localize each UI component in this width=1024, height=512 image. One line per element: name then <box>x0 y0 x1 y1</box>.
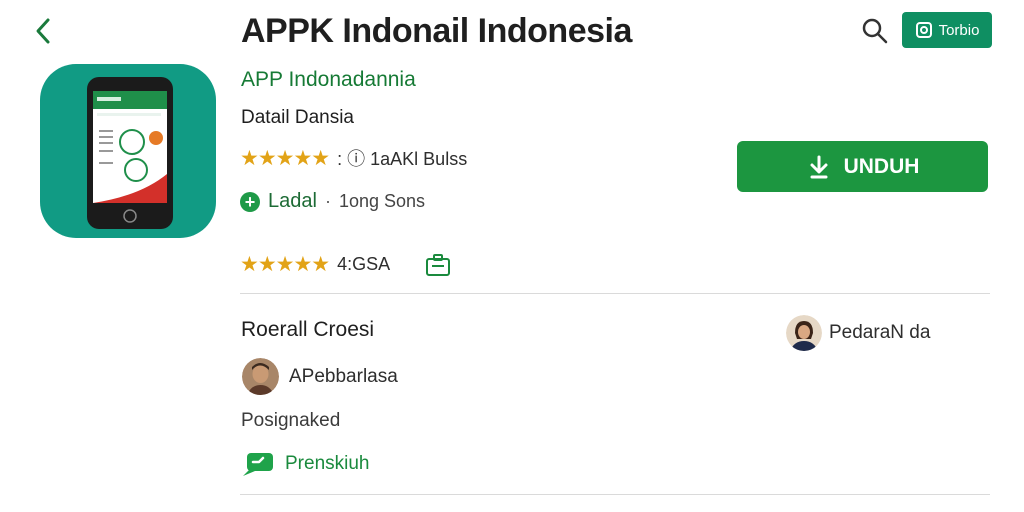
install-label: UNDUH <box>843 154 920 178</box>
rating-row-secondary: ★★★★★ 4:GSA <box>240 252 452 277</box>
page-title: APPK Indonail Indonesia <box>241 12 632 50</box>
info-separator: · <box>324 191 331 211</box>
rating-meta: : ⓘ 1aAKl Bulss <box>337 149 468 169</box>
chat-bubble-icon <box>243 453 273 476</box>
plus-icon: + <box>240 191 260 212</box>
download-icon <box>810 155 828 178</box>
install-button[interactable]: UNDUH <box>737 141 988 192</box>
top-action-button[interactable]: Torbio <box>902 12 992 48</box>
reply-label: Prenskiuh <box>285 453 370 474</box>
avatar[interactable] <box>786 315 822 351</box>
info-row: + Ladal · 1ong Sons <box>240 190 425 213</box>
developer-link[interactable]: APP Indonadannia <box>241 68 416 92</box>
rating-value: 4:GSA <box>337 254 391 274</box>
briefcase-icon[interactable] <box>424 253 452 277</box>
top-action-label: Torbio <box>938 21 980 39</box>
open-icon <box>915 22 932 38</box>
divider <box>240 293 990 294</box>
reply-button[interactable]: Prenskiuh <box>241 450 370 478</box>
rating-summary: ★★★★★ : ⓘ 1aAKl Bulss <box>240 145 467 171</box>
review-text: Posignaked <box>241 410 341 431</box>
reviewer-name: PedaraN da <box>829 322 931 343</box>
reviewer-name: APebbarlasa <box>289 366 398 387</box>
app-subtitle: Datail Dansia <box>241 107 354 128</box>
back-button[interactable] <box>30 14 58 48</box>
reviews-section-title: Roerall Croesi <box>241 318 375 341</box>
search-icon <box>862 18 888 44</box>
divider <box>240 494 990 495</box>
search-button[interactable] <box>860 16 890 46</box>
rating-stars: ★★★★★ <box>240 146 330 170</box>
app-icon <box>40 64 216 238</box>
info-value: 1ong Sons <box>338 191 426 211</box>
rating-stars-secondary: ★★★★★ <box>240 253 330 276</box>
info-label: Ladal <box>268 190 317 212</box>
avatar[interactable] <box>242 358 279 395</box>
chevron-left-icon <box>36 18 50 44</box>
